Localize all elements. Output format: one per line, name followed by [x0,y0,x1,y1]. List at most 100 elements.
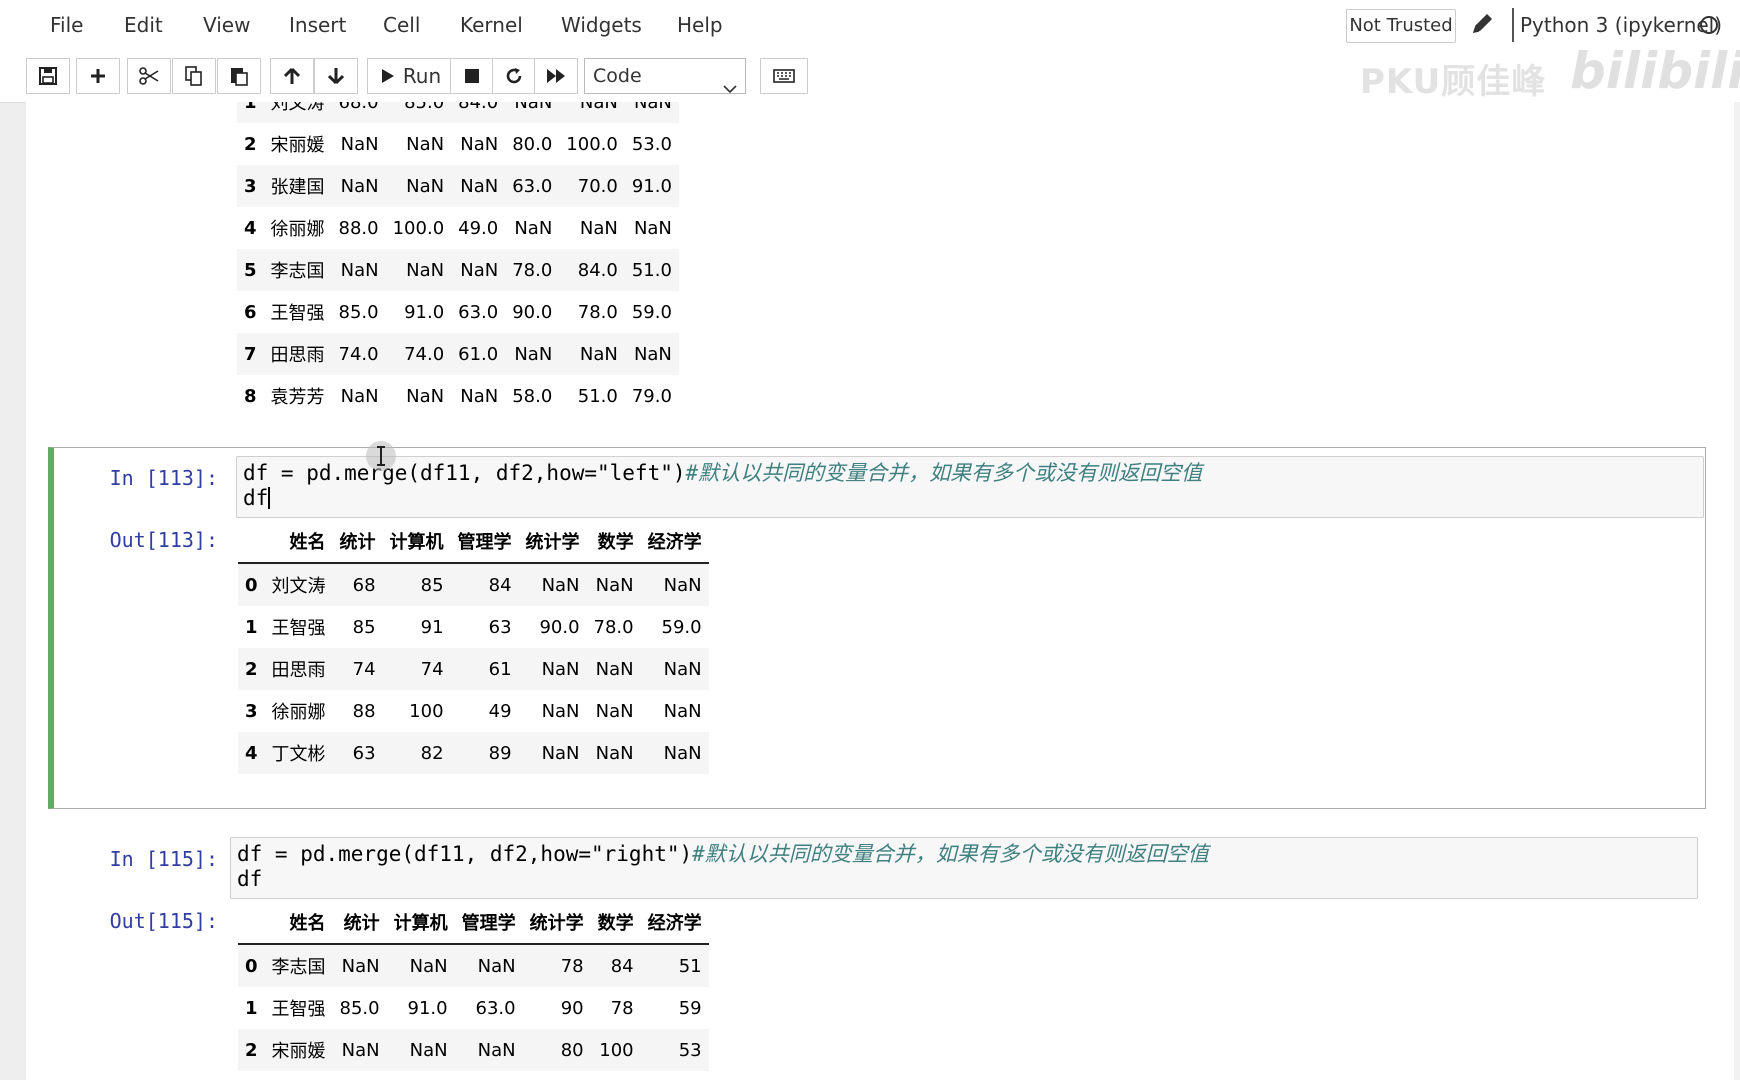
table-cell: 84.0 [458,102,499,113]
code-editor[interactable]: df = pd.merge(df11, df2,how="left")#默认以共… [236,456,1704,518]
table-cell: 李志国 [270,261,325,282]
table-cell: NaN [409,1039,448,1061]
table-row: 5 李志国 NaN NaN NaN 78.0 84.0 51.0 [237,249,679,291]
table-cell: 61.0 [458,343,499,365]
code-comment: #默认以共同的变量合并，如果有多个或没有则返回空值 [685,461,1203,485]
table-row: 0 刘文涛 68 85 84 NaN NaN NaN [238,563,709,606]
table-cell: 丁文彬 [271,744,326,765]
table-cell: 85.0 [338,301,379,323]
table-cell: 王智强 [271,618,326,639]
run-button[interactable]: Run [367,58,455,94]
table-cell: NaN [595,700,634,722]
table-cell: 田思雨 [270,345,325,366]
table-cell: 63 [352,742,376,764]
table-cell: 74 [420,658,444,680]
table-cell: 85 [352,616,376,638]
row-index: 8 [244,385,257,407]
table-cell: 90 [560,997,584,1019]
table-cell: 79.0 [631,385,672,407]
table-cell: NaN [663,574,702,596]
menu-cell[interactable]: Cell [377,10,426,40]
column-header: 管理学 [454,901,523,945]
save-button[interactable] [26,58,70,94]
keyboard-icon [773,69,795,83]
code-text-line2: df [237,867,263,891]
floppy-disk-icon [39,67,57,85]
text-cursor [268,487,271,509]
row-index: 5 [244,259,257,281]
copy-button[interactable] [172,58,216,94]
copy-icon [185,66,203,86]
table-cell: NaN [341,1039,380,1061]
table-row: 2 宋丽媛 NaN NaN NaN 80.0 100.0 53.0 [237,123,679,165]
menu-help[interactable]: Help [671,10,729,40]
bilibili-watermark-logo: bilibili [1570,42,1740,100]
code-editor[interactable]: df = pd.merge(df11, df2,how="right")#默认以… [230,837,1698,899]
table-cell: 85 [420,574,444,596]
table-row: 3 徐丽娜 88 100 49 NaN NaN NaN [238,690,709,732]
paste-button[interactable] [217,58,261,94]
column-header: 姓名 [264,901,333,945]
table-header-row: 姓名 统计 计算机 管理学 统计学 数学 经济学 [238,520,709,564]
table-cell: NaN [406,175,445,197]
edit-pencil-icon[interactable] [1468,10,1496,40]
vertical-scrollbar[interactable] [1734,102,1740,1080]
interrupt-button[interactable] [450,58,494,94]
move-up-button[interactable] [270,58,314,94]
table-cell: 宋丽媛 [270,135,325,156]
code-cell-115[interactable]: In [115]: df = pd.merge(df11, df2,how="r… [48,829,1706,1080]
table-cell: 84 [610,955,634,977]
table-cell: 63.0 [458,301,499,323]
table-cell: 70.0 [577,175,618,197]
column-header [238,901,265,945]
table-cell: 90.0 [539,616,580,638]
kernel-name[interactable]: Python 3 (ipykernel) [1520,10,1722,40]
table-cell: 91.0 [404,301,445,323]
column-header: 统计 [332,520,383,564]
restart-run-all-button[interactable] [534,58,578,94]
menu-file[interactable]: File [44,10,89,40]
cell-type-select[interactable]: Code [584,58,746,94]
cut-button[interactable] [127,58,171,94]
column-header: 统计 [332,901,387,945]
table-cell: 78 [610,997,634,1019]
table-row: 0 李志国 NaN NaN NaN 78 84 51 [238,944,709,987]
table-cell: NaN [579,102,618,113]
table-cell: 63.0 [512,175,553,197]
table-cell: 100 [409,700,444,722]
table-cell: 84 [488,574,512,596]
code-cell-113[interactable]: In [113]: df = pd.merge(df11, df2,how="l… [48,447,1706,809]
table-cell: NaN [663,742,702,764]
row-index: 1 [245,616,258,638]
move-down-button[interactable] [314,58,358,94]
table-cell: 王智强 [271,999,326,1020]
menu-widgets[interactable]: Widgets [555,10,648,40]
table-cell: 68 [352,574,376,596]
column-header: 统计学 [518,520,587,564]
restart-kernel-button[interactable] [492,58,536,94]
code-comment: #默认以共同的变量合并，如果有多个或没有则返回空值 [692,842,1209,866]
table-cell: 91 [420,616,444,638]
table-cell: 74.0 [338,343,379,365]
row-index: 0 [245,955,258,977]
row-index: 3 [244,175,257,197]
table-row: 7 田思雨 74.0 74.0 61.0 NaN NaN NaN [237,333,679,375]
row-index: 6 [244,301,257,323]
table-cell: 63 [488,616,512,638]
not-trusted-button[interactable]: Not Trusted [1346,9,1456,43]
table-cell: NaN [460,385,499,407]
menu-view[interactable]: View [197,10,256,40]
menu-insert[interactable]: Insert [283,10,352,40]
code-text: df = pd.merge(df11, df2,how="left") [243,461,686,485]
insert-cell-button[interactable] [76,58,120,94]
menu-edit[interactable]: Edit [118,10,169,40]
menu-kernel[interactable]: Kernel [454,10,529,40]
column-header: 姓名 [264,520,333,564]
dataframe-output-table: 1 刘文涛 68.0 85.0 84.0 NaN NaN NaN 2 宋丽媛 NaN NaN NaN 80… [237,102,679,417]
table-cell: NaN [406,385,445,407]
column-header: 计算机 [382,520,451,564]
table-cell: NaN [579,217,618,239]
table-cell: NaN [541,700,580,722]
table-cell: NaN [477,955,516,977]
command-palette-button[interactable] [760,58,808,94]
